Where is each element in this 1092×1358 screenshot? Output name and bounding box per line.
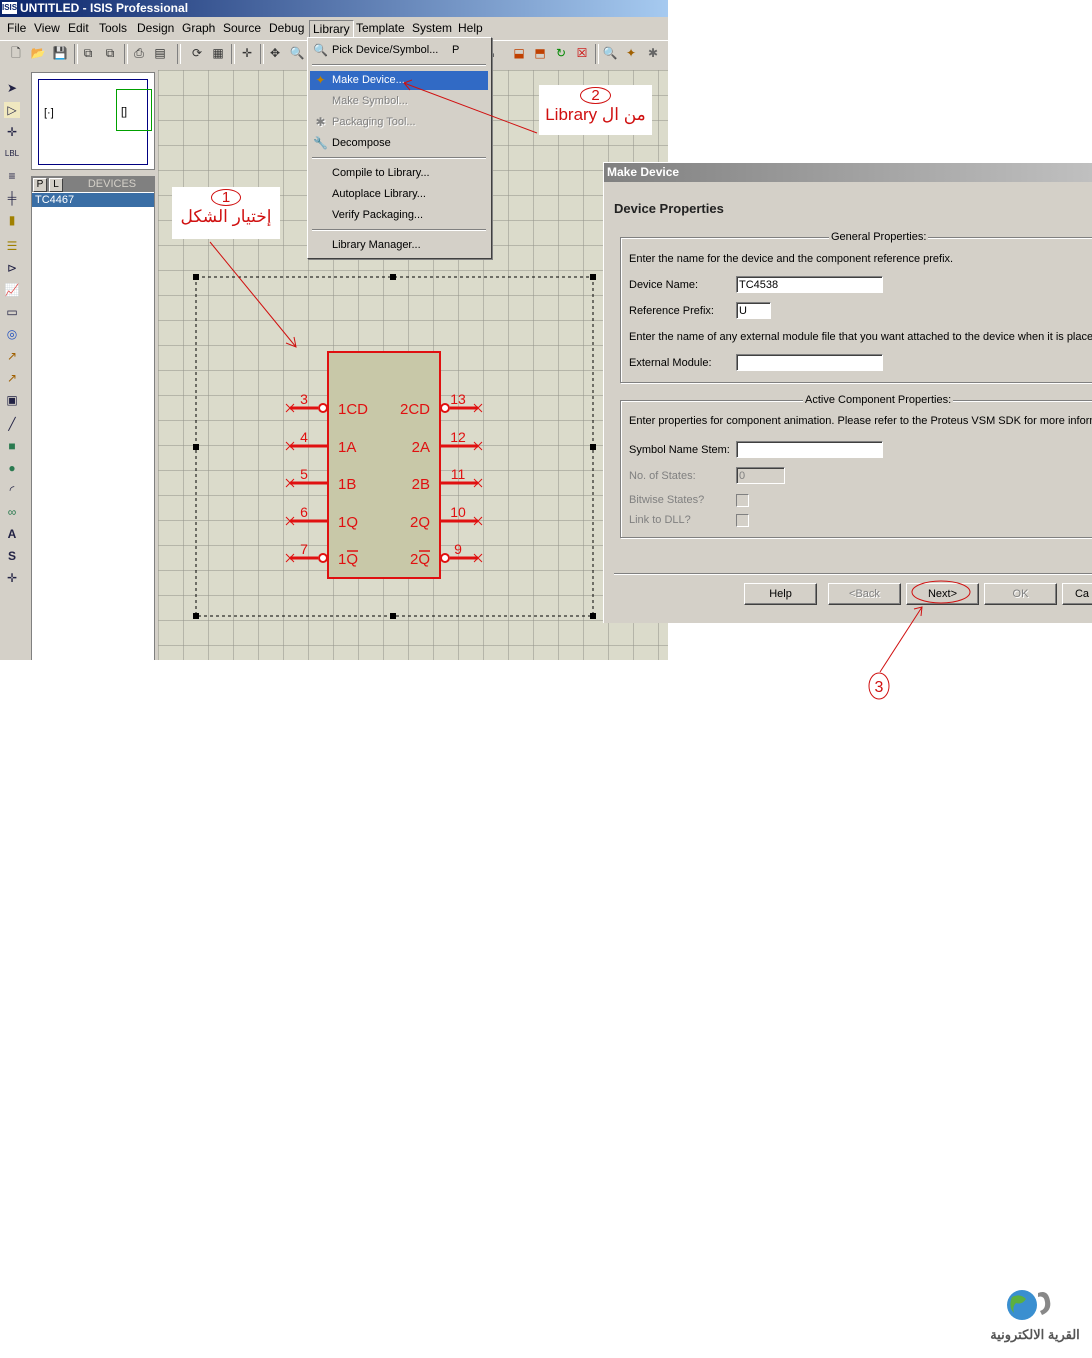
next-button-highlight <box>911 580 971 604</box>
logo-text: القرية الالكترونية <box>990 1327 1080 1342</box>
watermark-logo: القرية الالكترونية <box>980 1285 1090 1350</box>
annotation-arrows: 3 <box>209 79 971 700</box>
globe-icon <box>1007 1290 1051 1320</box>
annotation-3-arrow <box>879 606 923 673</box>
annotation-3-number: 3 <box>875 679 884 696</box>
annotation-2-arrow <box>403 82 538 134</box>
annotation-1-arrow <box>209 241 297 348</box>
